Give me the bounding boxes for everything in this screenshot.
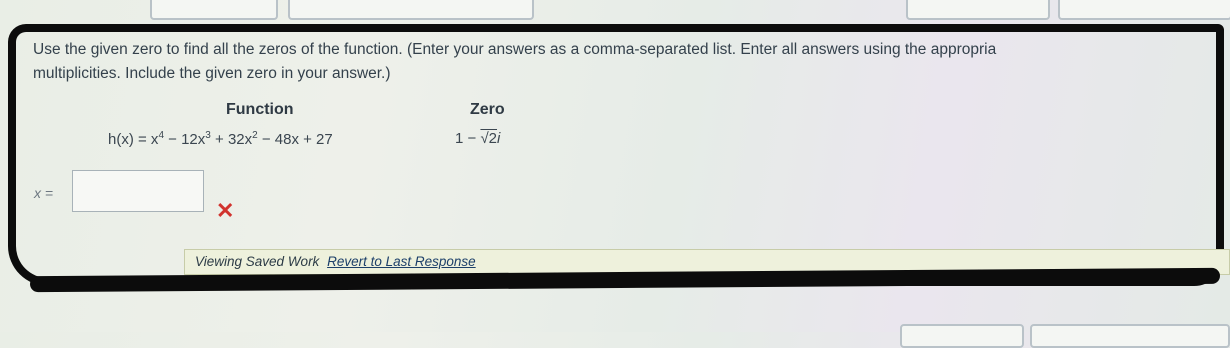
incorrect-icon: ✕ <box>216 198 235 223</box>
term-32x: + 32x <box>210 131 253 148</box>
question-line-2: multiplicities. Include the given zero i… <box>33 65 391 82</box>
top-button-4[interactable] <box>1058 0 1230 20</box>
bottom-button-2[interactable] <box>1030 324 1230 348</box>
zero-header: Zero <box>470 101 505 118</box>
top-button-3[interactable] <box>906 0 1050 20</box>
saved-work-text: Viewing Saved Work <box>195 254 320 269</box>
function-expr-prefix: h(x) = x <box>108 131 159 148</box>
function-header: Function <box>226 101 294 118</box>
function-expression: h(x) = x4 − 12x3 + 32x2 − 48x + 27 <box>108 130 333 148</box>
zero-expression: 1 − √2i <box>455 130 500 147</box>
revert-link[interactable]: Revert to Last Response <box>327 254 476 269</box>
question-text: Use the given zero to find all the zeros… <box>33 38 1223 86</box>
top-button-2[interactable] <box>288 0 534 20</box>
question-line-1: Use the given zero to find all the zeros… <box>33 41 997 58</box>
top-button-1[interactable] <box>150 0 278 20</box>
answer-input[interactable] <box>72 170 204 212</box>
term-tail: − 48x + 27 <box>257 131 333 148</box>
zero-prefix: 1 − <box>455 130 481 147</box>
zero-suffix: i <box>497 130 501 147</box>
bottom-button-1[interactable] <box>900 324 1024 348</box>
sqrt-term: √2 <box>480 130 498 147</box>
term-12x: − 12x <box>164 131 206 148</box>
answer-label: x = <box>34 185 54 201</box>
